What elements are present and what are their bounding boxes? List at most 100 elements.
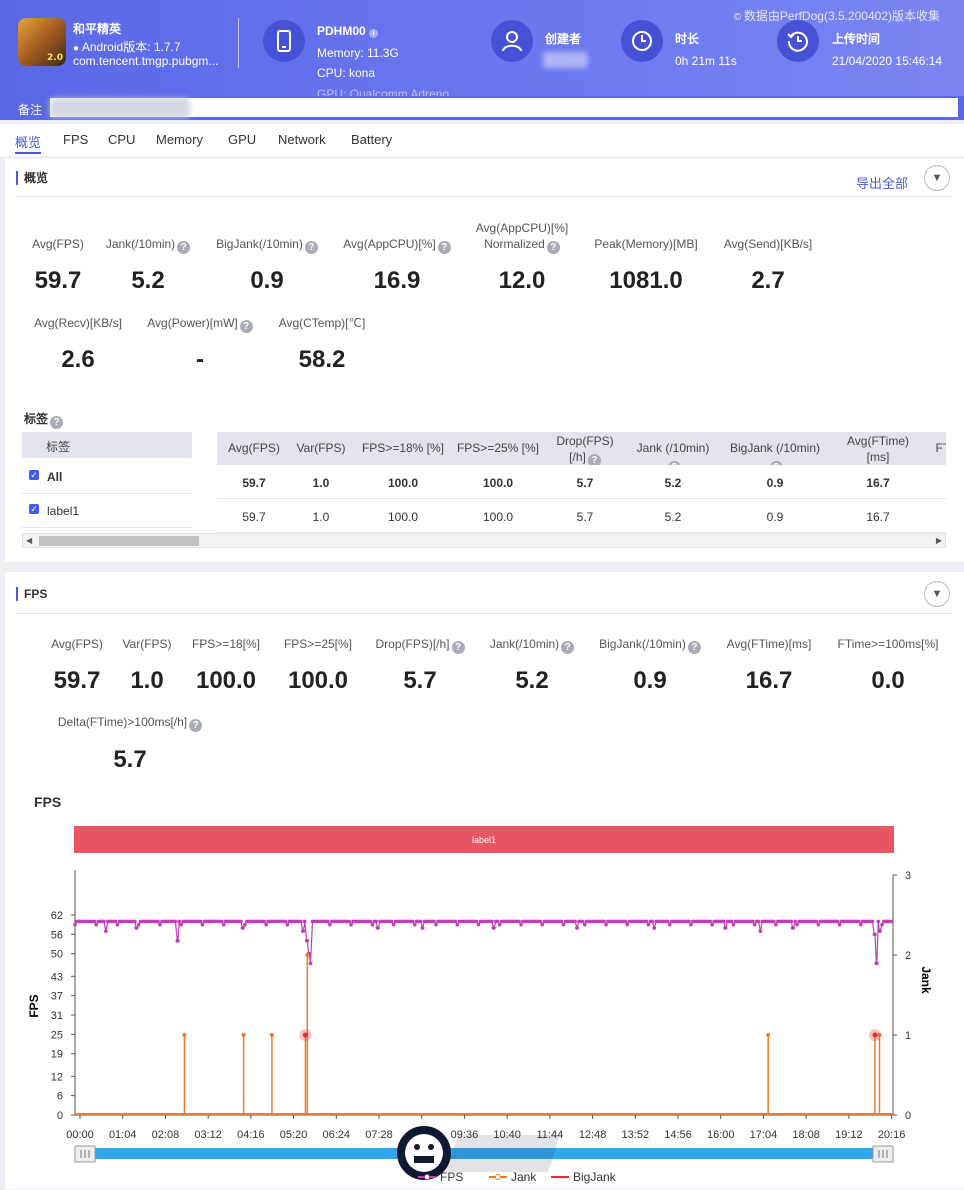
y-tick-label: 12 <box>51 1071 63 1083</box>
fps-data-point <box>575 926 579 930</box>
fps-data-point <box>710 922 714 927</box>
y-tick-label: 0 <box>57 1110 63 1122</box>
remark-bar: 备注 <box>0 96 964 120</box>
fps-collapse-button[interactable]: ▼ <box>924 581 950 607</box>
table-cell: 5.7 <box>576 510 594 524</box>
y-tick-label: 37 <box>51 991 63 1003</box>
fps-data-point <box>113 919 118 924</box>
fps-data-point <box>870 919 875 924</box>
fps-series-line <box>74 919 892 964</box>
x-tick-label: 18:08 <box>792 1129 820 1141</box>
fps-data-point <box>200 922 205 927</box>
tag-section-label: 标签? <box>24 410 64 429</box>
fps-data-point <box>302 919 307 924</box>
fps-data-point <box>299 919 303 924</box>
y-tick-label: 25 <box>51 1029 63 1041</box>
x-tick-label: 02:08 <box>152 1129 180 1141</box>
fps-data-point <box>177 919 182 924</box>
fps-data-point <box>239 919 243 924</box>
remark-redacted <box>50 98 190 118</box>
fps-data-point <box>328 922 332 927</box>
fps-data-point <box>723 926 728 930</box>
fps-data-point <box>326 919 330 924</box>
tag-label: All <box>47 470 63 484</box>
fps-data-point <box>156 919 160 924</box>
metric-label-text: Avg(Send)[KB/s] <box>723 237 813 251</box>
y-tick-label: 62 <box>51 910 63 922</box>
watermark-banner <box>446 1135 560 1172</box>
tab-gpu[interactable]: GPU <box>228 132 256 147</box>
tab-overview[interactable]: 概览 <box>15 132 41 151</box>
fps-data-point <box>136 922 141 927</box>
scroll-thumb[interactable] <box>39 536 199 546</box>
x-tick-label: 13:52 <box>622 1129 650 1141</box>
fps-data-point <box>490 919 494 924</box>
x-tick-label: 06:24 <box>323 1129 351 1141</box>
fps-data-point <box>455 922 460 927</box>
table-horizontal-scrollbar[interactable]: ◀ ▶ <box>22 533 946 548</box>
tag-row-all[interactable]: ✓ All <box>22 460 192 494</box>
metric-label-text: BigJank(/10min) <box>216 237 303 251</box>
fps-data-point <box>857 919 861 924</box>
fps-section-title: FPS <box>16 587 47 601</box>
fps-data-point <box>758 929 763 933</box>
tab-memory[interactable]: Memory <box>156 132 203 147</box>
metric-label: Delta(FTime)>100ms[/h]? <box>40 714 220 732</box>
fps-data-point <box>652 926 657 930</box>
table-header-text: Jank (/10min) <box>636 441 710 455</box>
y-tick-label: 19 <box>51 1049 63 1061</box>
x-tick-label: 16:00 <box>707 1129 735 1141</box>
tab-network[interactable]: Network <box>278 132 326 147</box>
tag-stats-table-header: Avg(FPS) Var(FPS) FPS>=18% [%] FPS>=25% [%]… <box>217 432 946 465</box>
fps-data-point <box>241 926 245 930</box>
fps-data-point <box>789 919 794 924</box>
fps-data-point <box>376 926 380 930</box>
tab-battery[interactable]: Battery <box>351 132 392 147</box>
device-cpu: CPU: kona <box>317 66 376 80</box>
fps-data-point <box>349 922 353 927</box>
tab-cpu[interactable]: CPU <box>108 132 135 147</box>
fps-data-point <box>476 922 481 927</box>
fps-data-point <box>559 919 564 924</box>
watermark-eye <box>414 1144 420 1150</box>
metric-label-text: Jank(/10min) <box>105 237 176 251</box>
x-tick-label: 12:48 <box>579 1129 607 1141</box>
fps-data-point <box>434 922 438 927</box>
fps-data-point <box>875 961 879 966</box>
y-axis-title: FPS <box>27 994 41 1017</box>
fps-data-point <box>92 919 97 924</box>
y2-tick-label: 0 <box>905 1110 911 1122</box>
fps-data-point <box>347 919 351 924</box>
legend-label: Jank <box>511 1170 537 1184</box>
user-icon <box>491 20 533 62</box>
tag-row-label1[interactable]: ✓ label1 <box>22 494 192 528</box>
table-cell: 16.7 <box>866 476 890 490</box>
x-tick-label: 03:12 <box>194 1129 222 1141</box>
fps-data-point <box>283 919 288 924</box>
watermark-mouth <box>414 1156 434 1163</box>
fps-data-point <box>756 919 761 924</box>
metric-label: Avg(CTemp)[℃] <box>232 315 412 331</box>
metric-label-text: BigJank(/10min) <box>599 637 686 651</box>
fps-data-point <box>774 922 778 927</box>
jank-data-point <box>241 1033 246 1037</box>
x-tick-label: 00:00 <box>66 1129 94 1141</box>
fps-data-point <box>835 919 840 924</box>
header-divider <box>238 18 239 68</box>
table-header-unit: [/h] <box>569 450 586 464</box>
table-cell: 5.2 <box>664 476 682 490</box>
table-cell: 5.7 <box>576 476 594 490</box>
fps-data-point <box>708 919 713 924</box>
legend-marker <box>424 1174 430 1180</box>
fps-data-point <box>492 926 496 930</box>
fps-data-point <box>389 919 394 924</box>
overview-collapse-button[interactable]: ▼ <box>924 165 950 191</box>
export-all-link[interactable]: 导出全部 <box>856 173 908 192</box>
metric-label-text: Avg(Power)[mW] <box>147 316 238 330</box>
tab-fps[interactable]: FPS <box>63 132 88 147</box>
checkbox-checked-icon[interactable]: ✓ <box>29 470 39 480</box>
y2-tick-label: 1 <box>905 1030 911 1042</box>
fps-data-point <box>540 922 545 927</box>
checkbox-checked-icon[interactable]: ✓ <box>29 504 39 514</box>
table-cell: 100.0 <box>387 510 419 524</box>
